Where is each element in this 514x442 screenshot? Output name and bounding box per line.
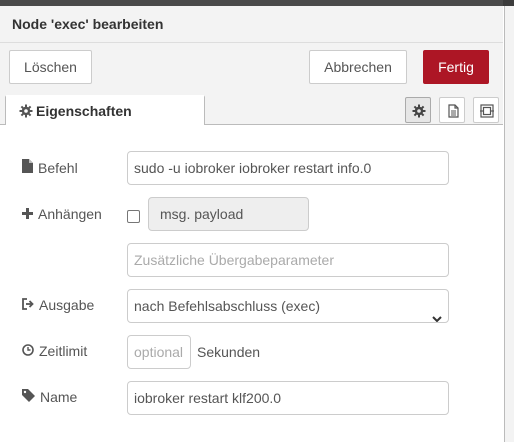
sign-out-icon [22, 297, 34, 313]
plus-icon [22, 206, 33, 222]
tab-button-description[interactable] [439, 97, 465, 123]
extra-parameters-input[interactable]: Zusätzliche Übergabeparameter [127, 243, 449, 277]
tray-toolbar: Löschen Abbrechen Fertig [0, 43, 503, 95]
tab-button-properties[interactable] [405, 97, 431, 123]
clock-icon [22, 343, 34, 359]
append-checkbox[interactable] [127, 210, 140, 223]
output-label-row: Ausgabe [22, 297, 94, 313]
payload-field: msg. payload [148, 197, 309, 231]
tab-button-appearance[interactable] [473, 97, 499, 123]
timeout-input[interactable]: optional [127, 335, 191, 369]
append-label-row: Anhängen [22, 206, 102, 222]
command-input[interactable]: sudo -u iobroker iobroker restart info.0 [127, 151, 449, 185]
tray-title: Node 'exec' bearbeiten [12, 16, 164, 32]
timeout-unit: Sekunden [197, 344, 261, 360]
tag-icon [22, 389, 35, 405]
name-label: Name [40, 389, 78, 405]
right-rail [504, 6, 514, 442]
tab-properties[interactable]: Eigenschaften [5, 95, 205, 126]
output-label: Ausgabe [39, 297, 95, 313]
tab-bar: Eigenschaften [0, 95, 503, 126]
timeout-label: Zeitlimit [39, 343, 88, 359]
cancel-button[interactable]: Abbrechen [309, 50, 407, 84]
name-label-row: Name [22, 389, 77, 405]
properties-panel: Befehl sudo -u iobroker iobroker restart… [0, 125, 503, 442]
name-input[interactable]: iobroker restart klf200.0 [127, 381, 449, 415]
file-icon [22, 159, 33, 176]
gear-icon [19, 104, 33, 118]
command-label: Befehl [38, 159, 78, 176]
output-select[interactable]: nach Befehlsabschluss (exec) [127, 289, 449, 323]
delete-button[interactable]: Löschen [9, 50, 92, 84]
timeout-label-row: Zeitlimit [22, 343, 87, 359]
command-label-row: Befehl [22, 159, 78, 176]
output-select-value: nach Befehlsabschluss (exec) [134, 298, 320, 314]
done-button[interactable]: Fertig [423, 50, 489, 84]
append-label: Anhängen [38, 206, 102, 222]
tray-header: Node 'exec' bearbeiten [0, 6, 503, 43]
chevron-down-icon [432, 302, 442, 322]
tab-properties-label: Eigenschaften [36, 103, 132, 119]
